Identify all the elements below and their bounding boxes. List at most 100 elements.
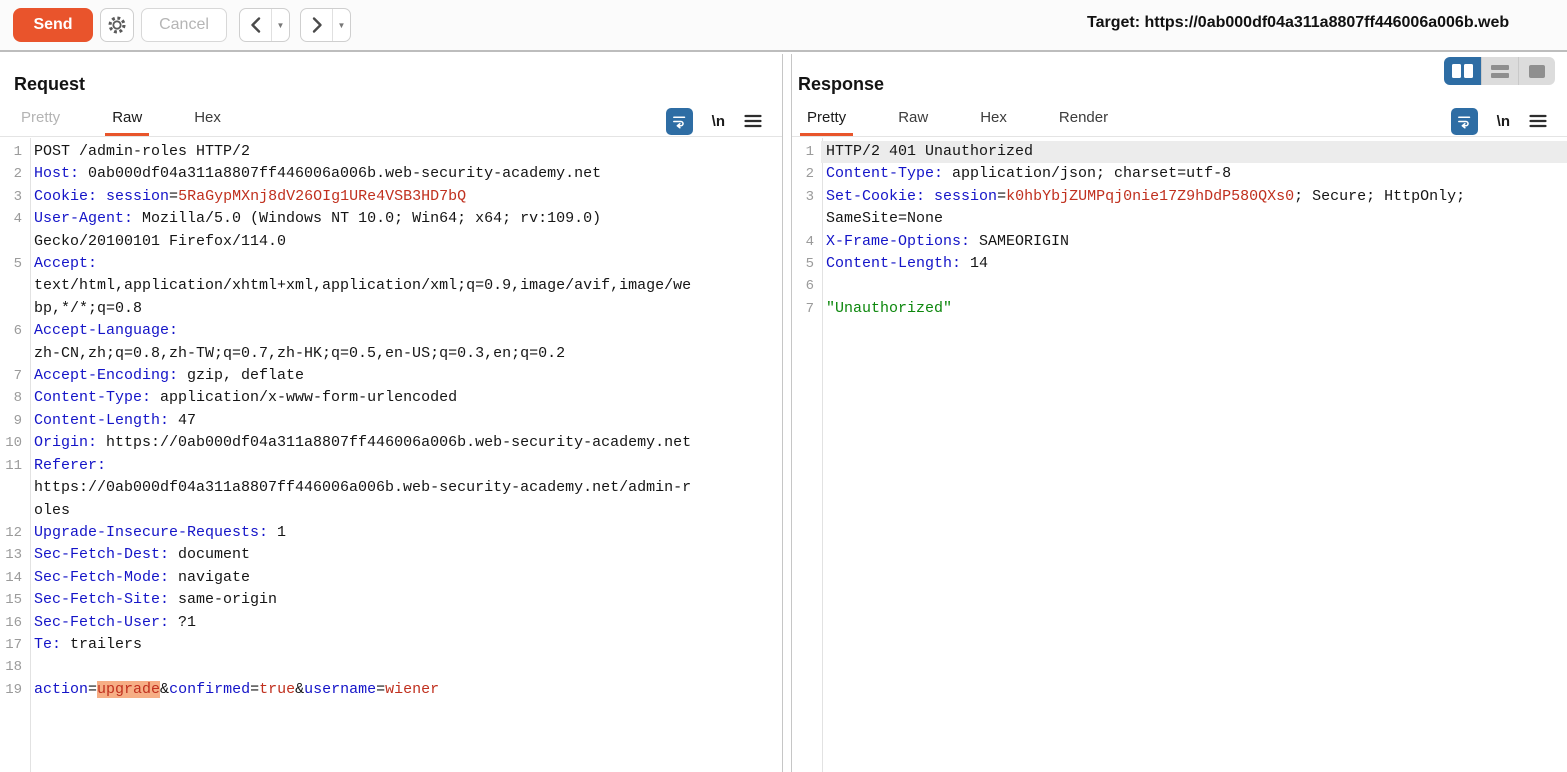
- line-number: 2: [0, 163, 29, 185]
- request-panel-title: Request: [14, 74, 85, 95]
- request-editor[interactable]: 1POST /admin-roles HTTP/22Host: 0ab000df…: [0, 138, 782, 772]
- send-settings-button[interactable]: [100, 8, 134, 42]
- line-content: text/html,application/xhtml+xml,applicat…: [29, 275, 782, 297]
- line-content: oles: [29, 500, 782, 522]
- line-number: 3: [792, 186, 821, 208]
- back-dropdown-icon[interactable]: ▼: [271, 9, 289, 41]
- forward-arrow-icon[interactable]: [301, 9, 332, 41]
- code-line: 19action=upgrade&confirmed=true&username…: [0, 679, 782, 701]
- code-line: oles: [0, 500, 782, 522]
- tab-hex[interactable]: Hex: [187, 101, 228, 136]
- line-number: [0, 231, 29, 253]
- tab-raw[interactable]: Raw: [105, 101, 149, 136]
- toolbar: Send Cancel ▼ ▼ Target: https://0ab000df…: [0, 0, 1567, 52]
- line-number: 17: [0, 634, 29, 656]
- line-number: 1: [0, 141, 29, 163]
- layout-rows-button[interactable]: [1481, 57, 1518, 85]
- cancel-button[interactable]: Cancel: [141, 8, 227, 42]
- tab-hex[interactable]: Hex: [973, 101, 1014, 136]
- line-content: Origin: https://0ab000df04a311a8807ff446…: [29, 432, 782, 454]
- line-number: 18: [0, 656, 29, 678]
- code-line: 2Host: 0ab000df04a311a8807ff446006a006b.…: [0, 163, 782, 185]
- code-line: bp,*/*;q=0.8: [0, 298, 782, 320]
- line-number: 16: [0, 612, 29, 634]
- code-line: 13Sec-Fetch-Dest: document: [0, 544, 782, 566]
- code-line: 11Referer:: [0, 455, 782, 477]
- line-content: POST /admin-roles HTTP/2: [29, 141, 782, 163]
- line-number: 1: [792, 141, 821, 163]
- gear-icon: [106, 14, 128, 36]
- tab-raw[interactable]: Raw: [891, 101, 935, 136]
- line-number: 4: [0, 208, 29, 230]
- line-content: bp,*/*;q=0.8: [29, 298, 782, 320]
- rows-layout-icon: [1491, 65, 1509, 78]
- code-line: 1HTTP/2 401 Unauthorized: [792, 141, 1567, 163]
- show-newlines-icon[interactable]: \n: [712, 113, 725, 130]
- line-content: Referer:: [29, 455, 782, 477]
- tab-pretty[interactable]: Pretty: [14, 101, 67, 136]
- tab-pretty[interactable]: Pretty: [800, 101, 853, 136]
- layout-single-button[interactable]: [1518, 57, 1555, 85]
- line-content: Cookie: session=5RaGypMXnj8dV26OIg1URe4V…: [29, 186, 782, 208]
- code-line: 6: [792, 275, 1567, 297]
- line-content: Content-Type: application/x-www-form-url…: [29, 387, 782, 409]
- back-arrow-icon[interactable]: [240, 9, 271, 41]
- word-wrap-toggle-button[interactable]: [1451, 108, 1478, 135]
- code-line: 16Sec-Fetch-User: ?1: [0, 612, 782, 634]
- hamburger-menu-icon[interactable]: [1529, 114, 1547, 128]
- code-line: 15Sec-Fetch-Site: same-origin: [0, 589, 782, 611]
- line-content: Set-Cookie: session=k0hbYbjZUMPqj0nie17Z…: [821, 186, 1567, 208]
- code-line: 18: [0, 656, 782, 678]
- line-content: Accept:: [29, 253, 782, 275]
- line-number: 15: [0, 589, 29, 611]
- line-number: 5: [0, 253, 29, 275]
- line-content: Host: 0ab000df04a311a8807ff446006a006b.w…: [29, 163, 782, 185]
- code-line: 12Upgrade-Insecure-Requests: 1: [0, 522, 782, 544]
- next-request-control: ▼: [300, 8, 351, 42]
- hamburger-menu-icon[interactable]: [744, 114, 762, 128]
- code-line: 7Accept-Encoding: gzip, deflate: [0, 365, 782, 387]
- line-number: 6: [792, 275, 821, 297]
- line-content: Sec-Fetch-User: ?1: [29, 612, 782, 634]
- layout-toggle: [1444, 57, 1555, 85]
- forward-dropdown-icon[interactable]: ▼: [332, 9, 350, 41]
- line-number: [792, 208, 821, 230]
- code-line: 17Te: trailers: [0, 634, 782, 656]
- code-line: 10Origin: https://0ab000df04a311a8807ff4…: [0, 432, 782, 454]
- response-editor[interactable]: 1HTTP/2 401 Unauthorized2Content-Type: a…: [792, 138, 1567, 772]
- line-content: Upgrade-Insecure-Requests: 1: [29, 522, 782, 544]
- line-number: [0, 275, 29, 297]
- line-number: 7: [792, 298, 821, 320]
- word-wrap-toggle-button[interactable]: [666, 108, 693, 135]
- code-line: 5Accept:: [0, 253, 782, 275]
- code-line: 6Accept-Language:: [0, 320, 782, 342]
- line-content: Accept-Encoding: gzip, deflate: [29, 365, 782, 387]
- line-content: https://0ab000df04a311a8807ff446006a006b…: [29, 477, 782, 499]
- line-number: 10: [0, 432, 29, 454]
- line-content: [821, 275, 1567, 297]
- line-content: "Unauthorized": [821, 298, 1567, 320]
- response-editor-icons: \n: [1451, 106, 1547, 136]
- line-number: 11: [0, 455, 29, 477]
- send-button[interactable]: Send: [13, 8, 93, 42]
- response-panel-title: Response: [798, 74, 884, 95]
- line-number: [0, 500, 29, 522]
- code-line: 9Content-Length: 47: [0, 410, 782, 432]
- line-content: SameSite=None: [821, 208, 1567, 230]
- line-number: [0, 477, 29, 499]
- tab-render[interactable]: Render: [1052, 101, 1115, 136]
- word-wrap-icon: [1456, 113, 1473, 130]
- show-newlines-icon[interactable]: \n: [1497, 113, 1510, 130]
- line-number: 2: [792, 163, 821, 185]
- line-number: 13: [0, 544, 29, 566]
- code-line: 14Sec-Fetch-Mode: navigate: [0, 567, 782, 589]
- line-content: Sec-Fetch-Dest: document: [29, 544, 782, 566]
- code-line: SameSite=None: [792, 208, 1567, 230]
- line-number: [0, 343, 29, 365]
- line-content: Content-Length: 14: [821, 253, 1567, 275]
- line-content: action=upgrade&confirmed=true&username=w…: [29, 679, 782, 701]
- layout-columns-button[interactable]: [1444, 57, 1481, 85]
- code-line: Gecko/20100101 Firefox/114.0: [0, 231, 782, 253]
- code-line: 4User-Agent: Mozilla/5.0 (Windows NT 10.…: [0, 208, 782, 230]
- code-line: 3Cookie: session=5RaGypMXnj8dV26OIg1URe4…: [0, 186, 782, 208]
